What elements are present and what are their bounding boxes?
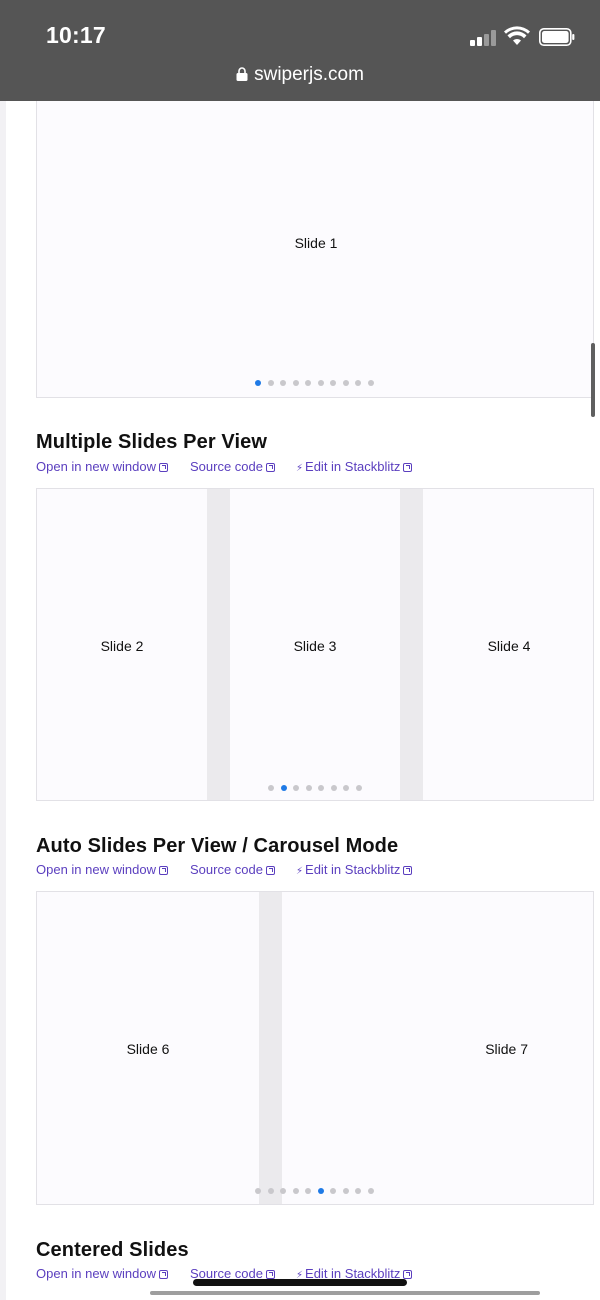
pagination-dot[interactable] [355, 380, 361, 386]
slide[interactable]: Slide 2 [37, 489, 207, 800]
lock-icon [236, 67, 248, 81]
pagination-dot-active[interactable] [280, 785, 287, 791]
slide-label: Slide 1 [294, 235, 338, 251]
pagination-dot[interactable] [317, 380, 324, 386]
wifi-icon [504, 26, 530, 45]
pagination-dot[interactable] [280, 380, 286, 386]
edit-stackblitz-link[interactable]: ⚡ Edit in Stackblitz [296, 862, 413, 877]
external-link-icon [158, 1270, 168, 1279]
pagination-dot[interactable] [367, 380, 374, 386]
open-new-window-link[interactable]: Open in new window [36, 862, 168, 877]
slider-auto-per-view[interactable]: Slide 6 Slide 7 [36, 891, 594, 1205]
pagination-dot-active[interactable] [317, 1188, 324, 1194]
pagination-dot[interactable] [267, 1188, 274, 1194]
slide[interactable]: Slide 4 [423, 489, 593, 800]
horizontal-scrollbar[interactable] [150, 1291, 540, 1295]
external-link-icon [403, 866, 413, 875]
pagination-dot[interactable] [255, 1188, 261, 1194]
pagination-dot[interactable] [318, 785, 324, 791]
pagination-dot[interactable] [292, 380, 299, 386]
pagination-dot[interactable] [342, 380, 349, 386]
source-code-link[interactable]: Source code [190, 459, 275, 474]
open-new-window-link[interactable]: Open in new window [36, 1266, 168, 1281]
slide-label: Slide 4 [487, 637, 531, 654]
slide-label: Slide 6 [126, 1041, 170, 1057]
pagination-dot[interactable] [280, 1188, 286, 1194]
pagination-dot[interactable] [305, 380, 311, 386]
pagination-dot[interactable] [367, 1188, 374, 1194]
slide[interactable]: Slide 1 [37, 101, 593, 397]
browser-top-bar: 10:17 swiperjs.com [0, 0, 600, 101]
pagination-dot[interactable] [292, 1188, 299, 1194]
source-code-link[interactable]: Source code [190, 862, 275, 877]
pagination-dot[interactable] [305, 1188, 311, 1194]
pagination-dot[interactable] [343, 785, 349, 791]
pagination[interactable] [255, 380, 380, 388]
slide-gap [207, 489, 230, 800]
slide-label: Slide 2 [100, 637, 144, 654]
url-bar[interactable]: swiperjs.com [0, 64, 600, 86]
pagination-dot[interactable] [330, 380, 336, 386]
page-content[interactable]: Slide 1 Multiple Slides Per View Open in… [0, 101, 600, 1300]
pagination-dot[interactable] [305, 785, 312, 791]
external-link-icon [158, 866, 168, 875]
pagination[interactable] [255, 1188, 380, 1196]
pagination-dot[interactable] [355, 1188, 361, 1194]
section-title-centered-slides: Centered Slides [36, 1239, 189, 1261]
url-text: swiperjs.com [254, 64, 364, 85]
signal-icon [470, 30, 498, 46]
vertical-scrollbar[interactable] [591, 343, 595, 417]
slide[interactable]: Slide 6 [37, 892, 259, 1204]
external-link-icon [403, 1270, 413, 1279]
external-link-icon [266, 463, 275, 472]
external-link-icon [266, 866, 275, 875]
pagination-dot[interactable] [355, 785, 362, 791]
battery-icon [539, 28, 575, 46]
open-new-window-link[interactable]: Open in new window [36, 459, 168, 474]
section-title-auto-slides: Auto Slides Per View / Carousel Mode [36, 835, 399, 857]
slide-label: Slide 3 [293, 637, 337, 654]
pagination[interactable] [268, 785, 368, 793]
slide-gap [259, 892, 282, 1204]
external-link-icon [158, 463, 168, 472]
slide[interactable]: Slide 3 [230, 489, 400, 800]
external-link-icon [266, 1270, 275, 1279]
home-indicator[interactable] [193, 1279, 407, 1286]
pagination-dot[interactable] [268, 785, 274, 791]
pagination-dot[interactable] [267, 380, 274, 386]
slider-default[interactable]: Slide 1 [36, 101, 594, 398]
slide[interactable]: Slide 7 [282, 892, 593, 1204]
external-link-icon [403, 463, 413, 472]
slider-multiple-per-view[interactable]: Slide 2 Slide 3 Slide 4 [36, 488, 594, 801]
section-title-multiple-slides: Multiple Slides Per View [36, 431, 267, 453]
pagination-dot[interactable] [330, 785, 337, 791]
status-time: 10:17 [46, 22, 106, 48]
pagination-dot[interactable] [293, 785, 299, 791]
bolt-icon: ⚡ [296, 866, 304, 877]
pagination-dot[interactable] [342, 1188, 349, 1194]
pagination-dot-active[interactable] [255, 380, 261, 386]
slide-label: Slide 7 [485, 1041, 528, 1057]
pagination-dot[interactable] [330, 1188, 336, 1194]
bolt-icon: ⚡ [296, 463, 304, 474]
edit-stackblitz-link[interactable]: ⚡ Edit in Stackblitz [296, 459, 413, 474]
slide-gap [400, 489, 423, 800]
